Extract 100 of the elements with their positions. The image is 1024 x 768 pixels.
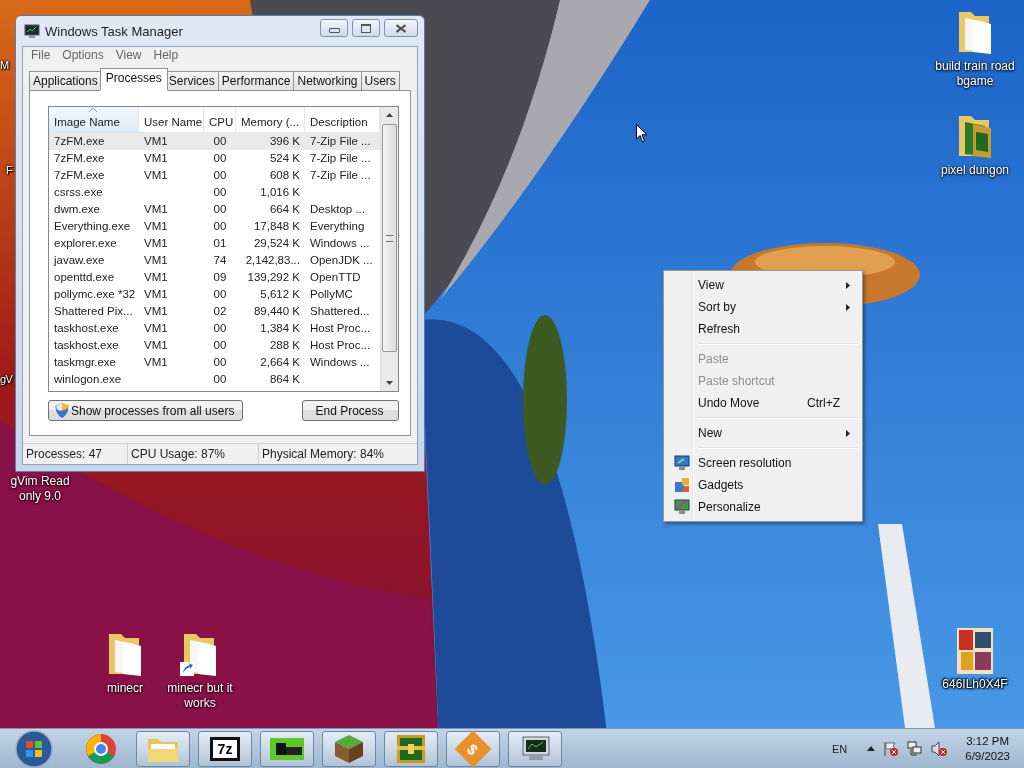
tab[interactable]: Performance	[218, 71, 295, 91]
language-indicator[interactable]: EN	[831, 742, 848, 755]
round-logo-icon	[85, 732, 117, 765]
table-cell-text: OpenJDK ...	[309, 253, 374, 268]
table-cell-text: OpenTTD	[309, 270, 362, 285]
table-cell-text: taskhost.exe	[53, 321, 120, 336]
table-cell-text: Desktop ...	[309, 202, 366, 217]
taskbar-button[interactable]	[260, 730, 314, 767]
table-cell-text: winlogon.exe	[53, 372, 123, 387]
status-text: Processes: 47	[23, 444, 128, 464]
table-cell-text: VM1	[143, 355, 169, 370]
menu-item[interactable]: Refresh	[666, 318, 860, 340]
tab[interactable]: Users	[361, 71, 400, 91]
table-cell-text: Shattered Pix...	[53, 304, 134, 319]
show-all-users-button[interactable]: Show processes from all users	[48, 400, 244, 421]
table-cell-text: pollymc.exe *32	[53, 287, 137, 302]
menu-item[interactable]: File	[25, 47, 57, 64]
table-cell-text: Windows ...	[309, 355, 371, 370]
table-row[interactable]: csrss.exe 00 1,016 K	[49, 184, 380, 201]
table-cell-text: 288 K	[268, 338, 301, 353]
speaker-muted-icon[interactable]	[931, 740, 948, 757]
table-cell-text: VM1	[143, 270, 169, 285]
shield-icon	[55, 403, 69, 418]
icon-label: gVim Read only 9.0	[9, 474, 71, 504]
menu-item[interactable]: New	[666, 422, 860, 444]
icon-label: minecr but it works	[166, 681, 234, 711]
table-row[interactable]: Shattered Pix... VM1 02 89,440 K Shattered...	[49, 303, 380, 320]
submenu-arrow-icon	[846, 281, 850, 289]
menu-item[interactable]: Gadgets	[666, 474, 860, 496]
table-cell-text: 7-Zip File ...	[309, 168, 372, 183]
table-cell-text: 00	[212, 168, 228, 183]
column-header[interactable]: Image Name	[49, 107, 139, 132]
tab[interactable]: Processes	[99, 68, 168, 91]
table-cell-text: VM1	[143, 304, 169, 319]
table-row[interactable]: dwm.exe VM1 00 664 K Desktop ...	[49, 201, 380, 218]
table-cell-text: 2,664 K	[259, 355, 301, 370]
table-cell-text: 02	[212, 304, 228, 319]
table-row[interactable]: openttd.exe VM1 09 139,292 K OpenTTD	[49, 269, 380, 286]
table-cell-text: 01	[212, 236, 228, 251]
table-row[interactable]: taskhost.exe VM1 00 288 K Host Proc...	[49, 337, 380, 354]
table-cell-text: 29,524 K	[252, 236, 301, 251]
end-process-button[interactable]: End Process	[302, 400, 399, 421]
table-row[interactable]: winlogon.exe 00 864 K	[49, 371, 380, 388]
table-cell-text: Everything.exe	[53, 219, 132, 234]
clock[interactable]: 3:12 PM 6/9/2023	[965, 733, 1010, 764]
column-header[interactable]: User Name	[139, 107, 204, 132]
table-cell-text: 864 K	[268, 372, 301, 387]
menu-item[interactable]: Undo Move Ctrl+Z	[666, 392, 860, 414]
menu-item[interactable]: Screen resolution	[666, 452, 860, 474]
minimize-button[interactable]	[320, 19, 348, 37]
selected-row[interactable]: 7zFM.exe VM1 00 396 K 7-Zip File ...	[49, 133, 380, 150]
menu-item[interactable]: Sort by	[666, 296, 860, 318]
taskbar-button[interactable]	[322, 730, 376, 767]
tab[interactable]: Applications	[29, 71, 102, 91]
show-hidden-icons-icon[interactable]	[867, 746, 876, 751]
table-row[interactable]: taskmgr.exe VM1 00 2,664 K Windows ...	[49, 354, 380, 371]
table-cell-text: taskmgr.exe	[53, 355, 117, 370]
scrollbar-thumb[interactable]	[382, 124, 397, 352]
menu-item[interactable]: View	[109, 47, 148, 64]
table-cell-text: VM1	[143, 168, 169, 183]
menu-item[interactable]: Help	[147, 47, 185, 64]
table-cell-text: VM1	[143, 134, 169, 149]
table-row[interactable]: taskhost.exe VM1 00 1,384 K Host Proc...	[49, 320, 380, 337]
taskbar-button[interactable]: 7z	[198, 730, 252, 767]
table-cell-text: 00	[212, 287, 228, 302]
close-button[interactable]	[384, 19, 418, 37]
flag-icon[interactable]	[883, 740, 900, 757]
tiles-icon	[674, 477, 690, 493]
icon-label: 646ILh0X4F	[942, 677, 1008, 692]
column-header[interactable]: CPU	[204, 107, 236, 132]
table-row[interactable]: javaw.exe VM1 74 2,142,83... OpenJDK ...	[49, 252, 380, 269]
close-icon	[395, 23, 407, 33]
menu-item[interactable]: Personalize	[666, 496, 860, 518]
column-header[interactable]: Memory (...	[236, 107, 305, 132]
network-icon[interactable]	[907, 740, 924, 757]
table-row[interactable]: Everything.exe VM1 00 17,848 K Everything	[49, 218, 380, 235]
menu-item[interactable]: View	[666, 274, 860, 296]
table-cell-text: Windows ...	[309, 236, 371, 251]
tab[interactable]: Networking	[294, 71, 362, 91]
taskbar-button[interactable]	[508, 730, 562, 767]
table-cell-text: VM1	[143, 151, 169, 166]
icon-label: pixel dungon	[940, 163, 1010, 178]
table-cell-text: PollyMC	[309, 287, 354, 302]
table-cell-text: VM1	[143, 321, 169, 336]
tab[interactable]: Services	[165, 71, 219, 91]
table-row[interactable]: 7zFM.exe VM1 00 524 K 7-Zip File ...	[49, 150, 380, 167]
table-cell-text: 89,440 K	[252, 304, 301, 319]
icon-label: minecr	[107, 681, 143, 696]
start-button[interactable]	[14, 728, 54, 768]
table-cell-text: 664 K	[268, 202, 301, 217]
table-row[interactable]: 7zFM.exe VM1 00 608 K 7-Zip File ...	[49, 167, 380, 184]
table-cell-text: 00	[212, 372, 228, 387]
scrollbar[interactable]	[380, 107, 398, 391]
menu-item[interactable]: Options	[56, 47, 110, 64]
image-thumbnail-icon[interactable]	[957, 628, 993, 674]
table-row[interactable]: pollymc.exe *32 VM1 00 5,612 K PollyMC	[49, 286, 380, 303]
table-row[interactable]: explorer.exe VM1 01 29,524 K Windows ...	[49, 235, 380, 252]
monitor-icon	[24, 23, 40, 39]
maximize-button[interactable]	[352, 19, 380, 37]
table-cell-text: 09	[212, 270, 228, 285]
